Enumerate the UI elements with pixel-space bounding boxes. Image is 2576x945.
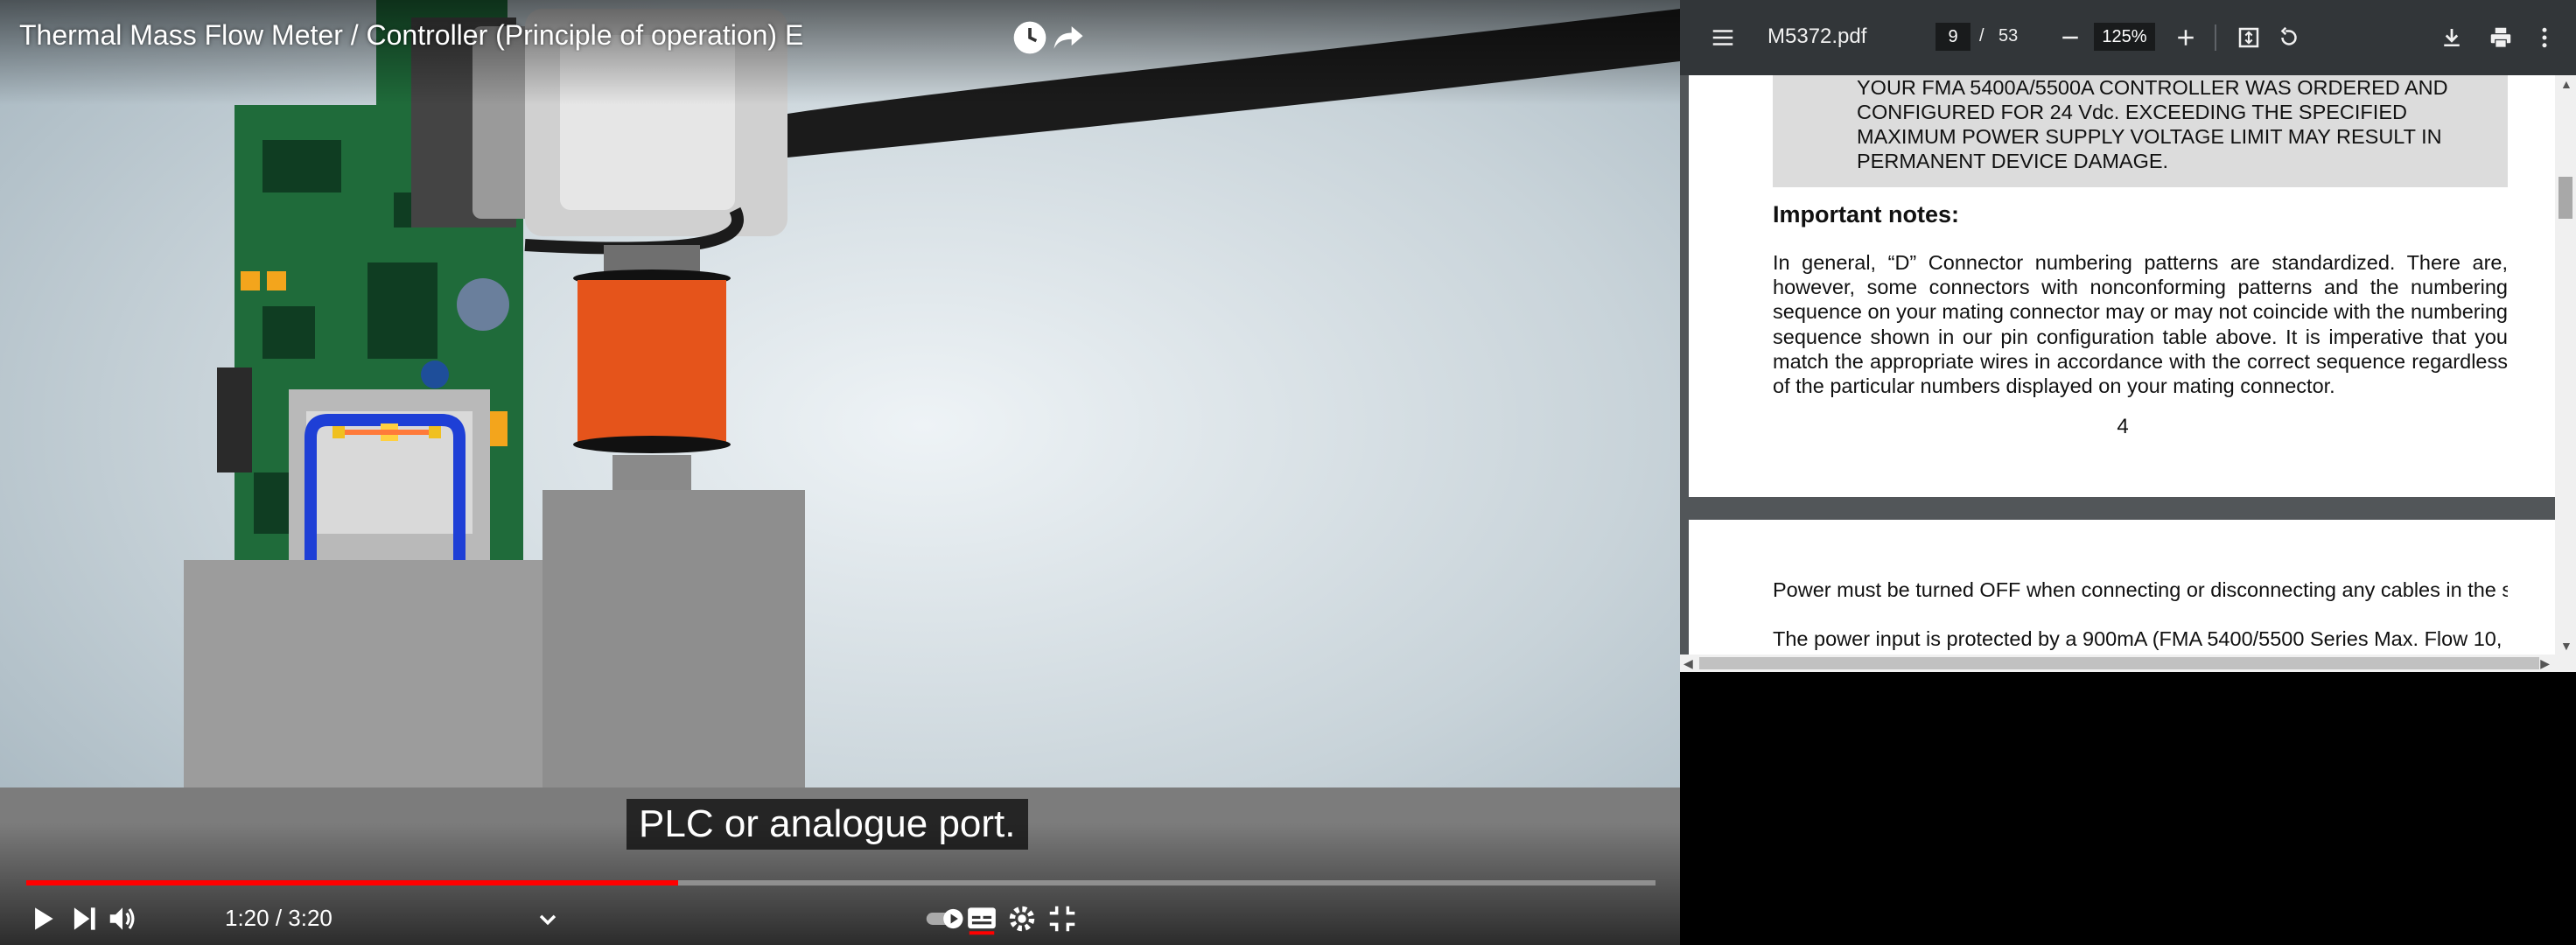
scroll-up-arrow-icon[interactable]: ▲ bbox=[2560, 77, 2572, 91]
progress-bar[interactable] bbox=[26, 880, 1656, 886]
pdf-file-name: M5372.pdf bbox=[1768, 24, 1867, 48]
video-player[interactable]: Thermal Mass Flow Meter / Controller (Pr… bbox=[0, 0, 1680, 945]
warning-line: MAXIMUM POWER SUPPLY VOLTAGE LIMIT MAY R… bbox=[1857, 125, 2442, 148]
page-total: 53 bbox=[1998, 26, 2019, 46]
pdf-toolbar: M5372.pdf 9 / 53 125% bbox=[1680, 0, 2576, 75]
scroll-right-arrow-icon[interactable]: ▶ bbox=[2540, 656, 2550, 671]
chevron-down-icon[interactable] bbox=[528, 900, 567, 938]
horizontal-scroll-thumb[interactable] bbox=[1699, 657, 2539, 669]
warning-line: CONFIGURED FOR 24 Vdc. EXCEEDING THE SPE… bbox=[1857, 101, 2407, 123]
exit-fullscreen-icon[interactable] bbox=[1043, 900, 1082, 938]
paragraph-line: Power must be turned OFF when connecting… bbox=[1773, 578, 2508, 601]
time-display: 1:20 / 3:20 bbox=[225, 905, 332, 931]
page-number-input[interactable]: 9 bbox=[1936, 23, 1970, 51]
print-icon[interactable] bbox=[2482, 19, 2519, 56]
scroll-left-arrow-icon[interactable]: ◀ bbox=[1684, 656, 1693, 671]
progress-played bbox=[26, 880, 678, 886]
zoom-level-input[interactable]: 125% bbox=[2094, 23, 2155, 51]
pdf-page: YOUR FMA 5400A/5500A CONTROLLER WAS ORDE… bbox=[1689, 75, 2557, 497]
page-separator: / bbox=[1979, 26, 1984, 46]
plus-icon[interactable] bbox=[2167, 19, 2204, 56]
warning-line: YOUR FMA 5400A/5500A CONTROLLER WAS ORDE… bbox=[1857, 76, 2448, 99]
toolbar-divider bbox=[2215, 24, 2216, 51]
rotate-icon[interactable] bbox=[2271, 19, 2307, 56]
subtitles-icon[interactable] bbox=[962, 900, 1001, 938]
next-icon[interactable] bbox=[65, 900, 103, 938]
download-icon[interactable] bbox=[2433, 19, 2470, 56]
vertical-scroll-thumb[interactable] bbox=[2558, 177, 2572, 219]
play-icon[interactable] bbox=[23, 900, 61, 938]
vertical-scrollbar[interactable]: ▲ ▼ bbox=[2555, 75, 2576, 654]
warning-line: PERMANENT DEVICE DAMAGE. bbox=[1857, 150, 2169, 172]
subtitle-caption: PLC or analogue port. bbox=[626, 799, 1028, 850]
page-footer-number: 4 bbox=[2117, 415, 2129, 438]
video-title[interactable]: Thermal Mass Flow Meter / Controller (Pr… bbox=[19, 19, 803, 52]
pdf-page: Power must be turned OFF when connecting… bbox=[1689, 520, 2557, 660]
horizontal-scrollbar[interactable]: ◀ ▶ bbox=[1680, 654, 2576, 672]
paragraph-line: The power input is protected by a 900mA … bbox=[1773, 627, 2502, 650]
share-icon[interactable] bbox=[1046, 16, 1090, 60]
fit-page-icon[interactable] bbox=[2230, 19, 2267, 56]
warning-box: YOUR FMA 5400A/5500A CONTROLLER WAS ORDE… bbox=[1773, 75, 2508, 187]
volume-icon[interactable] bbox=[103, 900, 142, 938]
clock-icon[interactable] bbox=[1008, 16, 1052, 60]
minus-icon[interactable] bbox=[2052, 19, 2089, 56]
notes-body: In general, “D” Connector numbering patt… bbox=[1773, 251, 2508, 398]
notes-heading: Important notes: bbox=[1773, 201, 1959, 228]
player-controls: 1:20 / 3:20 bbox=[0, 892, 1680, 942]
pdf-document-area[interactable]: YOUR FMA 5400A/5500A CONTROLLER WAS ORDE… bbox=[1680, 75, 2576, 672]
scroll-down-arrow-icon[interactable]: ▼ bbox=[2560, 639, 2572, 653]
top-gradient bbox=[0, 0, 1680, 105]
hamburger-menu-icon[interactable] bbox=[1704, 19, 1741, 56]
pdf-viewer: M5372.pdf 9 / 53 125% YOUR FMA 5400A/550… bbox=[1680, 0, 2576, 945]
more-vert-icon[interactable] bbox=[2526, 19, 2563, 56]
gear-icon[interactable] bbox=[1003, 900, 1041, 938]
